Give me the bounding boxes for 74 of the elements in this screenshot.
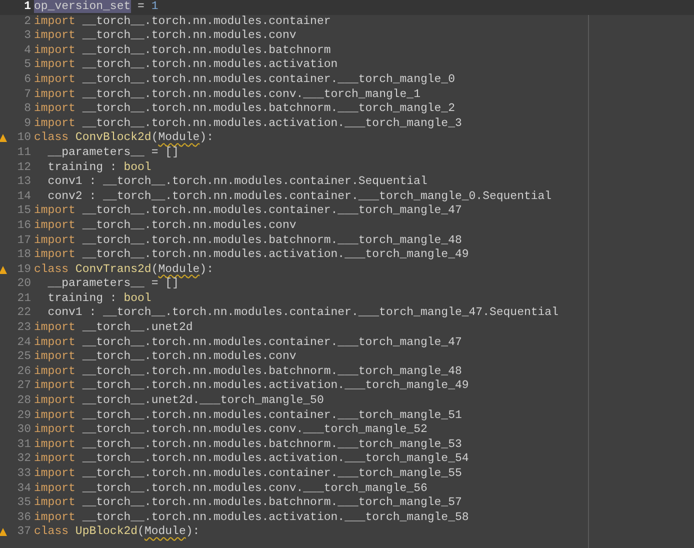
line-number: 14 bbox=[17, 190, 31, 204]
line-number: 29 bbox=[17, 408, 31, 424]
code-line: import __torch__.unet2d.___torch_mangle_50 bbox=[33, 394, 324, 409]
code-line: class ConvTrans2d(Module): bbox=[33, 262, 214, 278]
code-line: conv1 : __torch__.torch.nn.modules.container.___torch_mangle_47.Sequential bbox=[46, 306, 558, 322]
code-line: import __torch__.torch.nn.modules.batchnorm.___torch_mangle_53 bbox=[33, 438, 462, 452]
line-number: 28 bbox=[17, 394, 31, 409]
code-line: import __torch__.torch.nn.modules.conv bbox=[33, 218, 296, 234]
line-number: 25 bbox=[17, 350, 31, 365]
line-number: 4 bbox=[24, 44, 31, 58]
line-number: 3 bbox=[24, 29, 31, 44]
code-line: import __torch__.torch.nn.modules.activation bbox=[33, 58, 338, 73]
code-line: op_version_set = 1 bbox=[33, 0, 158, 15]
code-line: import __torch__.torch.nn.modules.container bbox=[33, 14, 331, 30]
line-number: 16 bbox=[17, 218, 31, 234]
line-number: 9 bbox=[24, 116, 31, 132]
line-number: 23 bbox=[17, 321, 31, 336]
code-line: import __torch__.torch.nn.modules.container.___torch_mangle_51 bbox=[33, 408, 462, 424]
line-number: 34 bbox=[17, 482, 31, 496]
code-line: __parameters__ = [] bbox=[46, 277, 179, 292]
code-line: conv2 : __torch__.torch.nn.modules.container.___torch_mangle_0.Sequential bbox=[46, 190, 552, 204]
line-number: 18 bbox=[17, 248, 31, 263]
code-line: import __torch__.torch.nn.modules.conv.___torch_mangle_1 bbox=[33, 88, 420, 102]
code-line: import __torch__.torch.nn.modules.activation.___torch_mangle_58 bbox=[33, 510, 469, 526]
line-number: 33 bbox=[17, 467, 31, 482]
line-number: 6 bbox=[24, 72, 31, 88]
line-number: 10 bbox=[17, 131, 31, 146]
line-number: 30 bbox=[17, 423, 31, 438]
line-number: 1 bbox=[24, 0, 31, 15]
line-number: 20 bbox=[17, 277, 31, 292]
line-number: 17 bbox=[17, 234, 31, 248]
code-line: import __torch__.torch.nn.modules.activation.___torch_mangle_49 bbox=[33, 248, 469, 263]
line-number: 22 bbox=[17, 306, 31, 322]
line-number: 8 bbox=[24, 102, 31, 117]
code-line: import __torch__.torch.nn.modules.container.___torch_mangle_55 bbox=[33, 467, 462, 482]
code-line: import __torch__.torch.nn.modules.batchnorm.___torch_mangle_2 bbox=[33, 102, 455, 117]
line-number: 13 bbox=[17, 175, 31, 190]
code-line: import __torch__.torch.nn.modules.batchnorm.___torch_mangle_48 bbox=[33, 364, 462, 380]
code-line: class ConvBlock2d(Module): bbox=[33, 131, 214, 146]
code-line: training : bool bbox=[46, 292, 152, 306]
line-number: 5 bbox=[24, 58, 31, 73]
code-line: import __torch__.torch.nn.modules.batchnorm.___torch_mangle_57 bbox=[33, 496, 462, 511]
code-line: import __torch__.torch.nn.modules.conv.___torch_mangle_56 bbox=[33, 482, 428, 496]
line-number: 7 bbox=[24, 88, 31, 102]
code-line: import __torch__.torch.nn.modules.container.___torch_mangle_0 bbox=[33, 72, 455, 88]
code-line: __parameters__ = [] bbox=[46, 146, 179, 161]
code-line: class UpBlock2d(Module): bbox=[33, 525, 200, 540]
code-line: import __torch__.torch.nn.modules.activation.___torch_mangle_54 bbox=[33, 452, 469, 467]
line-number: 15 bbox=[17, 204, 31, 219]
line-number: 32 bbox=[17, 452, 31, 467]
line-number: 11 bbox=[17, 146, 31, 161]
line-number: 2 bbox=[24, 14, 31, 30]
line-number: 26 bbox=[17, 364, 31, 380]
code-line: import __torch__.torch.nn.modules.container.___torch_mangle_47 bbox=[33, 336, 462, 350]
code-line: import __torch__.torch.nn.modules.conv.___torch_mangle_52 bbox=[33, 423, 428, 438]
code-line: import __torch__.torch.nn.modules.conv bbox=[33, 350, 296, 365]
line-number: 37 bbox=[17, 525, 31, 540]
code-line: import __torch__.torch.nn.modules.container.___torch_mangle_47 bbox=[33, 204, 462, 219]
code-line: import __torch__.torch.nn.modules.conv bbox=[33, 29, 296, 44]
line-number: 19 bbox=[17, 262, 31, 278]
line-number: 35 bbox=[17, 496, 31, 511]
line-number: 24 bbox=[17, 336, 31, 350]
code-line: import __torch__.torch.nn.modules.activation.___torch_mangle_3 bbox=[33, 116, 462, 132]
line-number: 21 bbox=[17, 292, 31, 306]
line-number: 36 bbox=[17, 510, 31, 526]
code-line: import __torch__.torch.nn.modules.batchnorm bbox=[33, 44, 331, 58]
code-line: training : bool bbox=[46, 160, 152, 176]
line-number: 27 bbox=[17, 379, 31, 394]
code-line: conv1 : __torch__.torch.nn.modules.container.Sequential bbox=[46, 175, 428, 190]
code-line: import __torch__.torch.nn.modules.activation.___torch_mangle_49 bbox=[33, 379, 469, 394]
code-line: import __torch__.unet2d bbox=[33, 321, 193, 336]
line-number: 12 bbox=[17, 160, 31, 176]
code-line: import __torch__.torch.nn.modules.batchnorm.___torch_mangle_48 bbox=[33, 234, 462, 248]
line-number: 31 bbox=[17, 438, 31, 452]
